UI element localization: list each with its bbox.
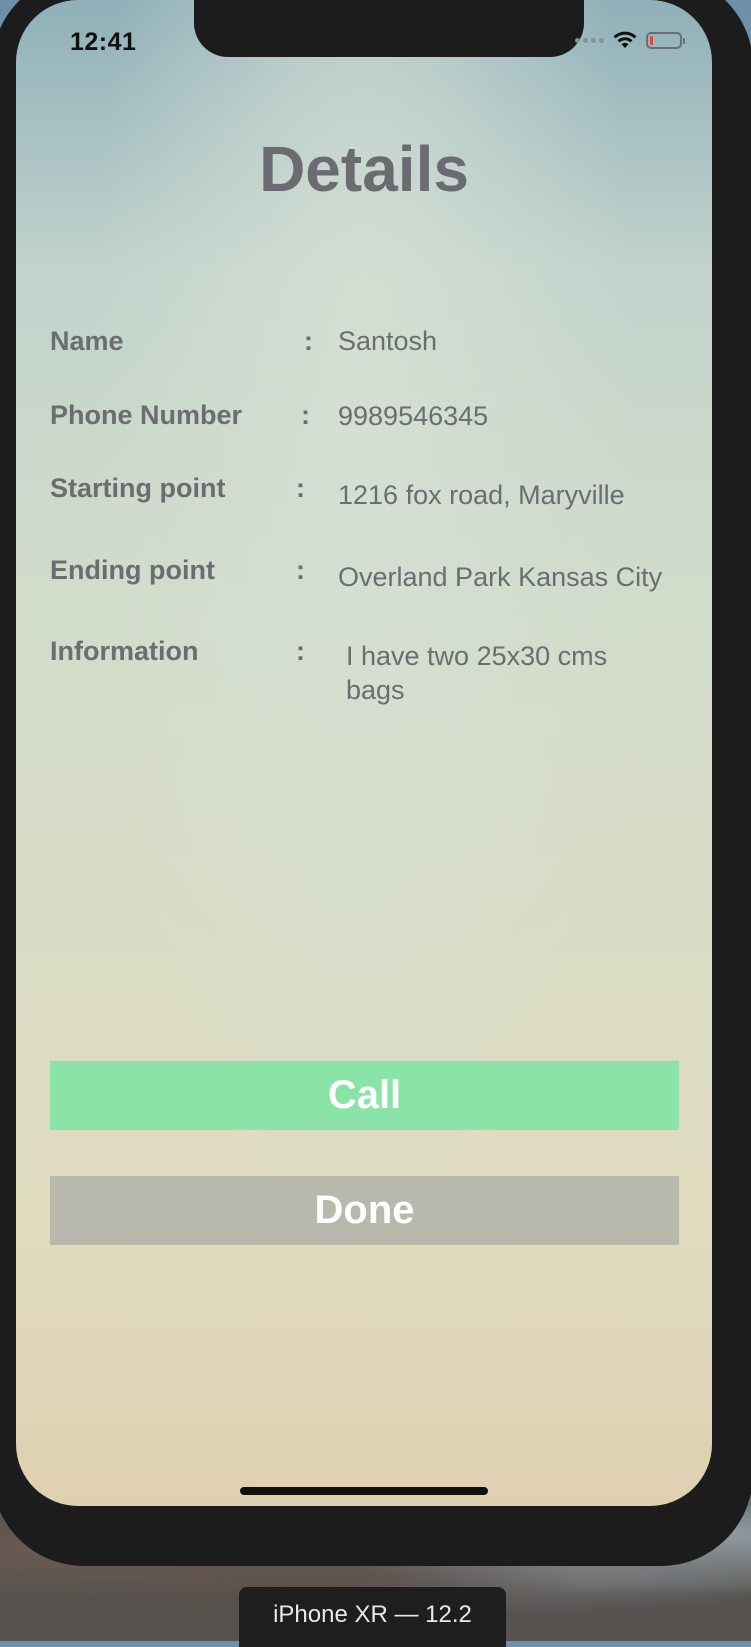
detail-value: 9989546345 — [338, 401, 489, 431]
home-indicator[interactable] — [240, 1487, 488, 1495]
status-bar-indicators — [575, 30, 685, 50]
detail-value: I have two 25x30 cms bags — [346, 641, 608, 705]
detail-row-starting-point: Starting point : 1216 fox road, Maryvill… — [50, 473, 690, 533]
detail-separator: : — [296, 473, 305, 503]
detail-value: 1216 fox road, Maryville — [338, 480, 625, 510]
detail-row-phone: Phone Number : 9989546345 — [50, 400, 690, 460]
wifi-icon — [613, 31, 637, 48]
device-notch — [194, 0, 584, 57]
detail-separator: : — [304, 326, 313, 356]
page-title: Details — [259, 133, 469, 205]
detail-label: Information — [50, 636, 199, 666]
detail-label: Name — [50, 326, 124, 356]
call-button[interactable]: Call — [50, 1061, 679, 1130]
detail-value: Overland Park Kansas City — [338, 562, 663, 592]
detail-label: Phone Number — [50, 400, 243, 430]
detail-label: Starting point — [50, 473, 226, 503]
status-bar-time: 12:41 — [70, 28, 137, 56]
detail-row-information: Information : I have two 25x30 cms bags — [50, 636, 690, 716]
detail-row-name: Name : Santosh — [50, 326, 690, 386]
battery-icon — [646, 31, 685, 49]
detail-separator: : — [301, 400, 310, 430]
cellular-signal-icon — [575, 37, 604, 43]
device-frame: 12:41 Details Name : Santosh Phone Numbe… — [0, 0, 751, 1566]
simulator-device-label: iPhone XR — 12.2 — [239, 1587, 506, 1647]
detail-label: Ending point — [50, 555, 215, 585]
detail-value: Santosh — [338, 326, 438, 356]
detail-separator: : — [296, 636, 305, 666]
detail-separator: : — [296, 555, 305, 585]
app-screen: 12:41 Details Name : Santosh Phone Numbe… — [16, 0, 712, 1506]
detail-row-ending-point: Ending point : Overland Park Kansas City — [50, 555, 690, 615]
battery-level — [650, 35, 653, 45]
done-button[interactable]: Done — [50, 1176, 679, 1245]
